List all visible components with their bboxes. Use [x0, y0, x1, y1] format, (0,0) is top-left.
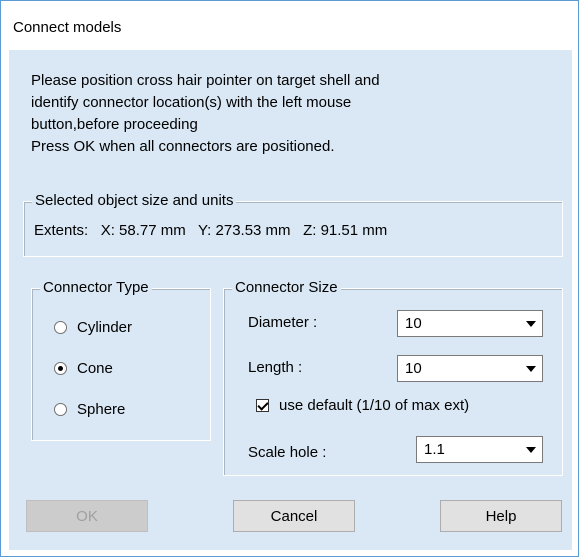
use-default-checkbox[interactable]: [256, 399, 269, 412]
selected-object-legend: Selected object size and units: [32, 192, 237, 210]
selected-object-group: Selected object size and units Extents: …: [23, 192, 563, 257]
scale-hole-select[interactable]: 1.1: [416, 436, 543, 463]
instruction-line: identify connector location(s) with the …: [31, 94, 352, 111]
radio-sphere[interactable]: Sphere: [54, 398, 125, 420]
connector-size-legend: Connector Size: [232, 279, 341, 297]
radio-cone[interactable]: Cone: [54, 357, 113, 379]
extents-label: Extents:: [34, 222, 89, 239]
cancel-button[interactable]: Cancel: [233, 500, 355, 532]
use-default-checkbox-row[interactable]: use default (1/10 of max ext): [256, 397, 469, 414]
extent-z: Z: 91.51 mm: [303, 222, 388, 239]
ok-button[interactable]: OK: [26, 500, 148, 532]
use-default-label: use default (1/10 of max ext): [279, 397, 470, 414]
length-select[interactable]: 10: [397, 355, 543, 382]
radio-button[interactable]: [54, 320, 67, 334]
title-bar[interactable]: Connect models: [1, 1, 578, 49]
length-value: 10: [405, 360, 422, 377]
chevron-down-icon[interactable]: [519, 357, 541, 380]
connector-type-group: Connector Type Cylinder Cone Sphere: [31, 279, 211, 441]
radio-label: Cone: [77, 359, 113, 377]
radio-cylinder[interactable]: Cylinder: [54, 316, 132, 338]
scale-hole-label: Scale hole :: [248, 444, 327, 461]
instruction-line: Please position cross hair pointer on ta…: [31, 72, 380, 89]
radio-button[interactable]: [54, 402, 67, 416]
instruction-line: Press OK when all connectors are positio…: [31, 138, 335, 155]
dialog-body: Please position cross hair pointer on ta…: [9, 50, 572, 550]
radio-label: Cylinder: [77, 318, 133, 336]
chevron-down-icon[interactable]: [519, 312, 541, 335]
length-label: Length :: [248, 359, 303, 376]
connector-size-group: Connector Size Diameter : 10 Length : 10…: [223, 279, 563, 476]
extent-x: X: 58.77 mm: [100, 222, 186, 239]
connector-type-legend: Connector Type: [40, 279, 152, 297]
diameter-label: Diameter :: [248, 314, 318, 331]
diameter-value: 10: [405, 315, 422, 332]
window-title: Connect models: [13, 19, 122, 36]
instructions: Please position cross hair pointer on ta…: [31, 70, 561, 158]
scale-hole-value: 1.1: [424, 441, 445, 458]
extent-y: Y: 273.53 mm: [198, 222, 291, 239]
help-button[interactable]: Help: [440, 500, 562, 532]
instruction-line: button,before proceeding: [31, 116, 198, 133]
diameter-select[interactable]: 10: [397, 310, 543, 337]
chevron-down-icon[interactable]: [519, 438, 541, 461]
extents-readout: Extents: X: 58.77 mm Y: 273.53 mm Z: 91.…: [34, 222, 387, 239]
radio-button[interactable]: [54, 361, 67, 375]
radio-label: Sphere: [77, 400, 126, 418]
connect-models-dialog: Connect models Please position cross hai…: [0, 0, 579, 557]
